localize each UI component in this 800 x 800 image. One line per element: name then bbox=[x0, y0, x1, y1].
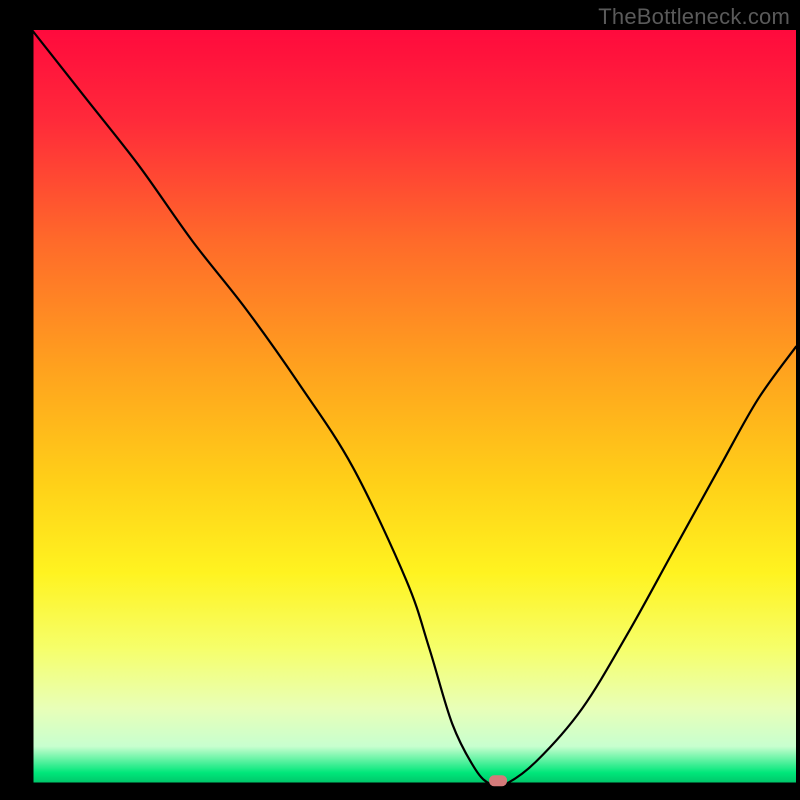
chart-frame: TheBottleneck.com bbox=[0, 0, 800, 800]
optimal-point-marker bbox=[489, 775, 507, 786]
plot-background bbox=[32, 30, 796, 784]
watermark-label: TheBottleneck.com bbox=[598, 4, 790, 30]
bottleneck-chart bbox=[0, 0, 800, 800]
